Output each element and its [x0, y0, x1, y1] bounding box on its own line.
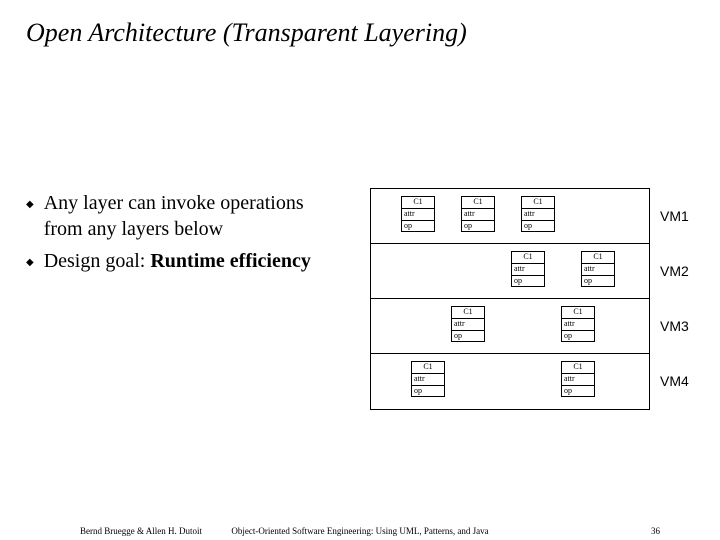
class-op: op: [462, 221, 494, 232]
class-attr: attr: [512, 264, 544, 276]
class-box: C1attrop: [401, 196, 435, 232]
class-name: C1: [562, 307, 594, 319]
class-attr: attr: [412, 374, 444, 386]
footer-page-number: 36: [651, 526, 660, 536]
bullet-text: Design goal: Runtime efficiency: [44, 248, 311, 274]
class-op: op: [412, 386, 444, 397]
class-box: C1attrop: [561, 361, 595, 397]
class-op: op: [522, 221, 554, 232]
class-box: C1attrop: [451, 306, 485, 342]
layer-row: C1attropC1attrop: [371, 354, 649, 409]
diamond-bullet-icon: ◆: [26, 198, 34, 211]
class-attr: attr: [402, 209, 434, 221]
class-box: C1attrop: [511, 251, 545, 287]
layer-row: C1attropC1attropC1attrop: [371, 189, 649, 244]
vm-labels: VM1VM2VM3VM4: [660, 188, 710, 408]
bullet-item: ◆ Design goal: Runtime efficiency: [26, 248, 346, 274]
vm-label: VM4: [660, 353, 710, 408]
vm-label: VM2: [660, 243, 710, 298]
layer-row: C1attropC1attrop: [371, 244, 649, 299]
class-name: C1: [522, 197, 554, 209]
class-op: op: [512, 276, 544, 287]
class-name: C1: [562, 362, 594, 374]
class-attr: attr: [452, 319, 484, 331]
class-box: C1attrop: [561, 306, 595, 342]
class-attr: attr: [562, 319, 594, 331]
slide-title: Open Architecture (Transparent Layering): [0, 0, 720, 48]
diamond-bullet-icon: ◆: [26, 256, 34, 269]
class-attr: attr: [562, 374, 594, 386]
class-box: C1attrop: [521, 196, 555, 232]
layer-row: C1attropC1attrop: [371, 299, 649, 354]
vm-label: VM1: [660, 188, 710, 243]
class-attr: attr: [462, 209, 494, 221]
class-op: op: [562, 331, 594, 342]
class-op: op: [402, 221, 434, 232]
class-op: op: [452, 331, 484, 342]
class-box: C1attrop: [461, 196, 495, 232]
class-name: C1: [462, 197, 494, 209]
class-name: C1: [512, 252, 544, 264]
class-box: C1attrop: [411, 361, 445, 397]
bullet-list: ◆ Any layer can invoke operations from a…: [26, 190, 346, 280]
vm-label: VM3: [660, 298, 710, 353]
layer-diagram: C1attropC1attropC1attropC1attropC1attrop…: [370, 188, 650, 410]
footer-title: Object-Oriented Software Engineering: Us…: [0, 526, 720, 536]
class-name: C1: [582, 252, 614, 264]
class-attr: attr: [582, 264, 614, 276]
class-box: C1attrop: [581, 251, 615, 287]
bullet-item: ◆ Any layer can invoke operations from a…: [26, 190, 346, 242]
class-op: op: [562, 386, 594, 397]
class-name: C1: [402, 197, 434, 209]
class-attr: attr: [522, 209, 554, 221]
class-op: op: [582, 276, 614, 287]
class-name: C1: [452, 307, 484, 319]
bullet-text: Any layer can invoke operations from any…: [44, 190, 346, 242]
class-name: C1: [412, 362, 444, 374]
